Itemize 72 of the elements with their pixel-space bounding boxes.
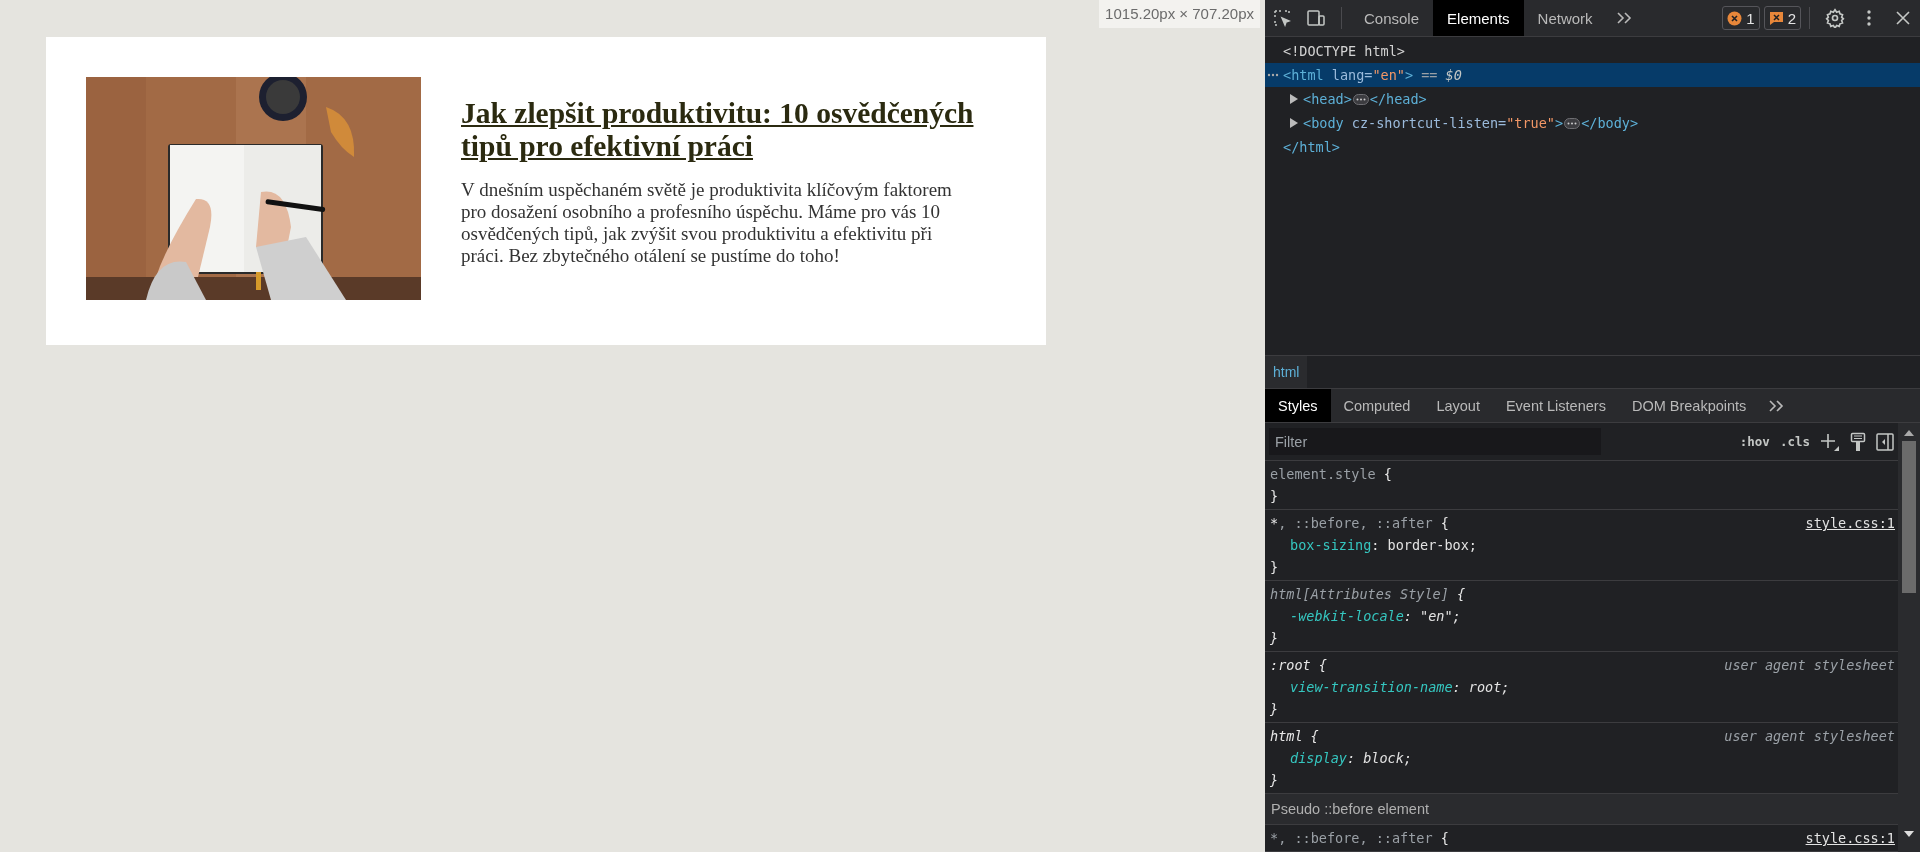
brace-text: { <box>1318 657 1327 673</box>
devtools-tab[interactable]: Network <box>1523 0 1607 36</box>
css-selector: , ::before, ::after <box>1278 830 1433 846</box>
source-link[interactable]: style.css:1 <box>1805 515 1898 531</box>
css-declaration: -webkit-locale: "en"; <box>1289 608 1461 624</box>
css-selector: element.style <box>1270 466 1376 482</box>
article-title-link[interactable]: Jak zlepšit produktivitu: 10 osvědčených tipů pro efektivní práci <box>461 97 981 163</box>
styles-tab[interactable]: Layout <box>1423 389 1493 422</box>
code-token: <html <box>1283 67 1324 83</box>
cls-button[interactable]: .cls <box>1779 434 1810 449</box>
brace-text: } <box>1270 772 1279 788</box>
brace-text: { <box>1383 466 1392 482</box>
code-token: > <box>1555 115 1564 131</box>
code-token: "en" <box>1372 67 1405 83</box>
css-declaration: view-transition-name: root; <box>1289 679 1510 695</box>
ellipsis-icon[interactable] <box>1564 117 1581 129</box>
code-token: cz-shortcut-listen= <box>1350 115 1507 131</box>
code-token: <body <box>1303 115 1344 131</box>
breadcrumb-item[interactable]: html <box>1265 356 1308 388</box>
sidebar-toggle-icon[interactable] <box>1876 432 1894 451</box>
brace-text: } <box>1270 488 1279 504</box>
source-label: user agent stylesheet <box>1724 728 1896 744</box>
code-token: == <box>1420 67 1439 83</box>
brace-text: { <box>1440 830 1449 846</box>
css-selector: :root <box>1270 657 1311 673</box>
css-declaration: box-sizing: border-box; <box>1289 537 1477 553</box>
warnings-badge[interactable]: 2 <box>1763 6 1801 30</box>
scroll-down-icon[interactable] <box>1904 830 1914 838</box>
brace-text: { <box>1440 515 1449 531</box>
styles-tab[interactable]: Computed <box>1330 389 1424 422</box>
filter-field[interactable]: Filter <box>1269 428 1601 455</box>
code-token: <!DOCTYPE html> <box>1283 43 1405 59</box>
brace-text: { <box>1310 728 1319 744</box>
scroll-up-icon[interactable] <box>1904 429 1914 437</box>
css-selector: * <box>1270 515 1279 531</box>
code-token: </head> <box>1369 91 1427 107</box>
scrollbar-thumb[interactable] <box>1902 441 1916 593</box>
css-selector: html <box>1270 728 1303 744</box>
code-token: </body> <box>1581 115 1639 131</box>
add-rule-icon[interactable] <box>1820 431 1840 452</box>
expand-triangle-icon[interactable] <box>1290 94 1298 104</box>
brace-text: } <box>1270 559 1279 575</box>
brace-text: } <box>1270 701 1279 717</box>
paint-brush-icon[interactable] <box>1850 431 1866 452</box>
code-token: "true" <box>1506 115 1555 131</box>
ellipsis-icon <box>1267 73 1279 77</box>
devtools-tab[interactable]: Console <box>1350 0 1434 36</box>
ellipsis-icon[interactable] <box>1352 93 1369 105</box>
css-declaration: display: block; <box>1289 750 1412 766</box>
code-token: lang= <box>1330 67 1373 83</box>
errors-badge[interactable]: 1 <box>1722 6 1760 30</box>
code-token: </html> <box>1283 139 1340 155</box>
devtools-tab[interactable]: Elements <box>1433 0 1524 36</box>
code-token: $0 <box>1445 67 1462 83</box>
brace-text: } <box>1270 630 1279 646</box>
expand-triangle-icon[interactable] <box>1290 118 1298 128</box>
code-token: <head> <box>1303 91 1352 107</box>
css-selector: html[Attributes Style] <box>1270 586 1449 602</box>
section-header: Pseudo ::before element <box>1265 794 1898 825</box>
scrollbar[interactable] <box>1898 423 1920 852</box>
code-token: > <box>1404 67 1414 83</box>
source-label: user agent stylesheet <box>1724 657 1896 673</box>
css-selector: * <box>1270 830 1279 846</box>
article-text: V dnešním uspěchaném světě je produktivita klíčovým faktorem pro dosažení osobního a profesního úspěchu. Máme pro vás 10 osvědčených tipů, jak zvýšit svou produktivitu a efektivitu při práci. Bez zbytečného otálení se pustíme do toho! <box>461 179 953 267</box>
styles-tab[interactable]: Event Listeners <box>1492 389 1619 422</box>
styles-tab[interactable]: DOM Breakpoints <box>1618 389 1760 422</box>
brace-text: { <box>1456 586 1466 602</box>
viewport-size-label: 1015.20px × 707.20px <box>1099 0 1260 28</box>
styles-tab[interactable]: Styles <box>1265 389 1331 422</box>
hov-button[interactable]: :hov <box>1739 434 1770 449</box>
css-selector: , ::before, ::after <box>1278 515 1433 531</box>
source-link[interactable]: style.css:1 <box>1805 830 1898 846</box>
